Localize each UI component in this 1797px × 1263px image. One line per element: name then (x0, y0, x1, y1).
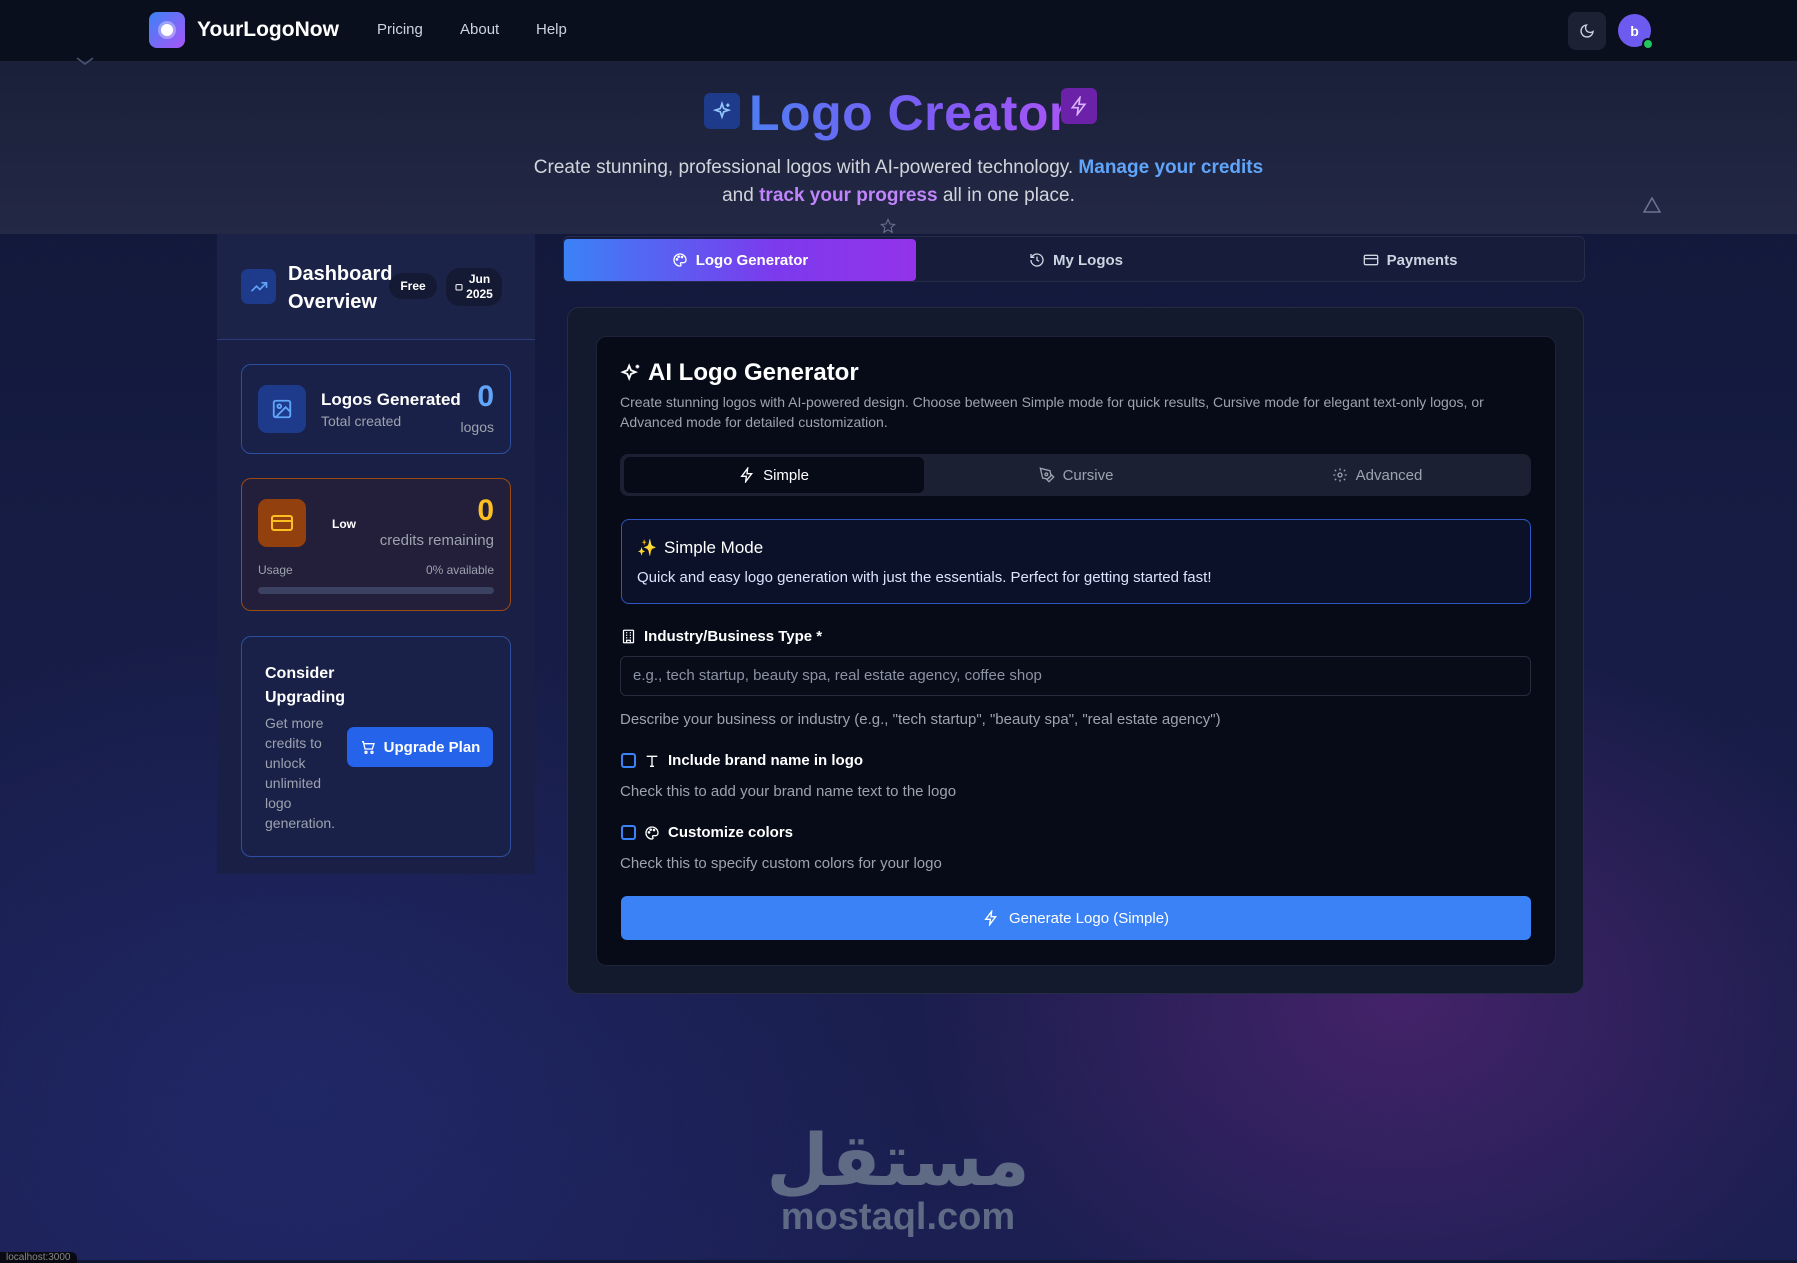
building-icon (622, 629, 635, 644)
online-status-dot (1642, 38, 1654, 50)
generator-description: Create stunning logos with AI-powered de… (620, 394, 1484, 430)
logos-card-subtitle: Total created (321, 413, 402, 429)
mode-cursive[interactable]: Cursive (926, 457, 1226, 493)
customize-colors-option: Customize colors (621, 824, 793, 841)
mostaql-watermark: مستقل mostaql.com (760, 1125, 1036, 1237)
mode-simple[interactable]: Simple (624, 457, 924, 493)
usage-label: Usage (258, 563, 293, 577)
brand-name-checkbox[interactable] (621, 753, 636, 768)
date-month: Jun (468, 272, 491, 286)
theme-toggle-button[interactable] (1568, 12, 1606, 50)
industry-input[interactable]: e.g., tech startup, beauty spa, real est… (620, 656, 1531, 696)
image-icon (258, 385, 306, 433)
industry-label: Industry/Business Type * (621, 628, 822, 645)
usage-available: 0% available (425, 563, 494, 577)
tab-label: Logo Generator (695, 251, 809, 269)
manage-credits-link[interactable]: Manage your credits (1078, 157, 1263, 178)
palette-icon (673, 253, 687, 267)
track-progress-link[interactable]: track your progress (759, 185, 937, 206)
hero-subtitle-line1: Create stunning, professional logos with… (0, 157, 1797, 179)
usage-progress-bar (258, 587, 494, 594)
tab-label: Payments (1386, 251, 1458, 269)
mode-label: Cursive (1062, 466, 1114, 484)
upgrade-plan-label: Upgrade Plan (383, 738, 481, 756)
plan-badge: Free (389, 273, 437, 299)
sparkles-badge-icon (704, 93, 740, 129)
calendar-icon (455, 284, 463, 291)
gear-icon (1332, 468, 1347, 482)
palette-icon (645, 825, 659, 840)
cart-icon (361, 741, 375, 754)
sparkles-icon (620, 363, 640, 381)
bolt-icon (740, 467, 754, 483)
simple-mode-info (621, 519, 1531, 604)
brand-name[interactable]: YourLogoNow (197, 18, 339, 42)
info-title: Simple Mode (664, 538, 764, 557)
credit-card-icon (1363, 254, 1378, 266)
nav-link-help[interactable]: Help (536, 21, 567, 38)
info-text: Quick and easy logo generation with just… (637, 569, 1212, 586)
industry-hint: Describe your business or industry (e.g.… (620, 711, 1221, 728)
watermark-arabic: مستقل (766, 1121, 1030, 1201)
bolt-badge-icon (1061, 88, 1097, 124)
bolt-icon (984, 910, 997, 926)
tab-logo-generator[interactable]: Logo Generator (564, 239, 916, 281)
tab-my-logos[interactable]: My Logos (916, 239, 1236, 281)
logos-unit: logos (460, 419, 494, 435)
upgrade-plan-button[interactable]: Upgrade Plan (347, 727, 493, 767)
top-navbar: YourLogoNow Pricing About Help b (0, 0, 1797, 62)
hexagon-decor-icon (76, 57, 94, 65)
watermark-latin: mostaql.com (780, 1196, 1016, 1238)
customize-colors-label[interactable]: Customize colors (668, 824, 793, 841)
page-title: Logo Creator (749, 85, 1069, 141)
date-year: 2025 (466, 287, 493, 301)
hero-subtitle-line2: and track your progress all in one place… (0, 185, 1797, 207)
trending-up-icon (241, 269, 276, 304)
type-icon (646, 755, 658, 767)
mode-label: Simple (763, 466, 809, 484)
date-badge: Jun 2025 (446, 268, 502, 306)
industry-label-text: Industry/Business Type * (644, 628, 823, 645)
hero-subtitle-text: all in one place. (942, 185, 1075, 206)
generator-title: AI Logo Generator (648, 359, 859, 386)
customize-colors-checkbox[interactable] (621, 825, 636, 840)
upgrade-title: Consider Upgrading (265, 665, 345, 706)
mode-advanced[interactable]: Advanced (1226, 457, 1528, 493)
hero-subtitle-text: Create stunning, professional logos with… (533, 157, 1074, 178)
history-icon (1030, 253, 1044, 267)
brand-logo-icon[interactable] (149, 12, 185, 48)
upgrade-text: Get more credits to unlock unlimited log… (265, 715, 336, 831)
tab-label: My Logos (1053, 251, 1123, 269)
credits-count: 0 (477, 494, 494, 527)
hero-subtitle-text: and (722, 185, 754, 206)
pen-tool-icon (1038, 467, 1055, 483)
brand-name-hint: Check this to add your brand name text t… (620, 783, 957, 800)
credit-card-icon (258, 499, 306, 547)
sidebar-title: Dashboard Overview (288, 263, 393, 313)
nav-link-pricing[interactable]: Pricing (377, 21, 423, 38)
nav-link-about[interactable]: About (460, 21, 499, 38)
generate-logo-label: Generate Logo (Simple) (1008, 909, 1170, 927)
logos-count: 0 (477, 380, 494, 413)
date-text: Jun 2025 (466, 272, 493, 302)
logos-card-title: Logos Generated (321, 390, 461, 409)
credits-unit: credits remaining (379, 532, 494, 549)
generate-logo-button[interactable]: Generate Logo (Simple) (621, 896, 1531, 940)
status-url: localhost:3000 (0, 1252, 77, 1263)
brand-name-label[interactable]: Include brand name in logo (668, 752, 863, 769)
sparkle-emoji-icon: ✨ (637, 540, 657, 557)
star-decor-icon (880, 218, 896, 234)
customize-colors-hint: Check this to specify custom colors for … (620, 855, 942, 872)
mode-label: Advanced (1355, 466, 1423, 484)
moon-icon (1580, 24, 1594, 38)
tab-payments[interactable]: Payments (1236, 239, 1584, 281)
brand-name-option: Include brand name in logo (621, 752, 863, 769)
